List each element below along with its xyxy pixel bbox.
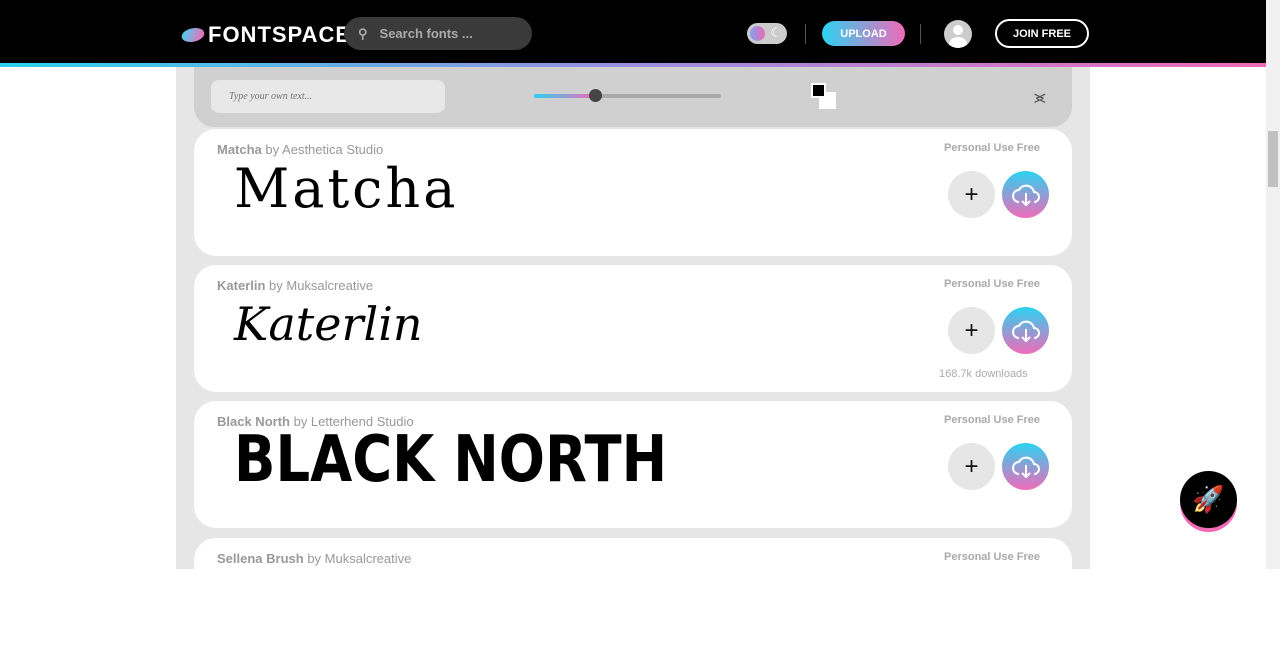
font-author-link[interactable]: by Aesthetica Studio	[265, 142, 383, 157]
font-size-slider[interactable]	[534, 89, 721, 102]
download-count: 168.7k downloads	[939, 368, 1028, 380]
font-title: Katerlin by Muksalcreative	[217, 278, 373, 293]
cloud-download-icon	[1011, 320, 1040, 342]
scrollbar[interactable]	[1266, 0, 1280, 569]
foreground-color-swatch[interactable]	[811, 83, 826, 98]
top-navbar: FONTSPACE ⚲ Search fonts ... ☾ UPLOAD JOI…	[0, 0, 1266, 63]
font-card: Sellena Brush by Muksalcreative Personal…	[194, 538, 1072, 665]
toggle-knob	[750, 26, 765, 41]
add-to-collection-button[interactable]: +	[948, 307, 995, 354]
logo-text: FONTSPACE	[208, 22, 352, 47]
font-name-link[interactable]: Matcha	[217, 142, 262, 157]
license-label: Personal Use Free	[944, 142, 1040, 154]
rocket-icon[interactable]: 🚀	[1180, 471, 1237, 528]
dark-mode-toggle[interactable]: ☾	[747, 23, 787, 44]
add-to-collection-button[interactable]: +	[948, 443, 995, 490]
add-to-collection-button[interactable]: +	[948, 171, 995, 218]
logo[interactable]: FONTSPACE	[179, 22, 352, 48]
moon-icon: ☾	[770, 25, 782, 40]
custom-text-input[interactable]	[211, 80, 445, 113]
scrollbar-thumb[interactable]	[1268, 131, 1278, 187]
font-card: Matcha by Aesthetica Studio Personal Use…	[194, 129, 1072, 256]
divider	[805, 24, 806, 44]
divider	[920, 24, 921, 44]
slider-thumb[interactable]	[589, 89, 602, 102]
preview-toolbar: ⪤	[194, 67, 1072, 127]
license-label: Personal Use Free	[944, 551, 1040, 563]
cloud-download-icon	[1011, 456, 1040, 478]
license-label: Personal Use Free	[944, 278, 1040, 290]
search-placeholder: Search fonts ...	[379, 26, 473, 41]
cloud-download-icon	[1011, 184, 1040, 206]
font-title: Matcha by Aesthetica Studio	[217, 142, 383, 157]
slider-fill	[534, 94, 594, 98]
avatar[interactable]	[944, 20, 972, 48]
font-preview[interactable]: Matcha	[234, 157, 458, 220]
font-title: Sellena Brush by Muksalcreative	[217, 551, 411, 566]
font-name-link[interactable]: Sellena Brush	[217, 551, 304, 566]
share-icon[interactable]: ⪤	[1034, 87, 1046, 108]
search-icon: ⚲	[358, 25, 368, 41]
font-name-link[interactable]: Katerlin	[217, 278, 265, 293]
download-button[interactable]	[1002, 171, 1049, 218]
font-preview[interactable]: BLACK NORTH	[234, 423, 667, 497]
upload-button[interactable]: UPLOAD	[822, 21, 905, 46]
planet-icon	[179, 28, 207, 42]
font-author-link[interactable]: by Muksalcreative	[269, 278, 373, 293]
download-button[interactable]	[1002, 307, 1049, 354]
font-author-link[interactable]: by Muksalcreative	[307, 551, 411, 566]
font-card: Katerlin by Muksalcreative Personal Use …	[194, 265, 1072, 392]
font-preview[interactable]: Katerlin	[234, 297, 423, 351]
font-card: Black North by Letterhend Studio Persona…	[194, 401, 1072, 528]
download-button[interactable]	[1002, 443, 1049, 490]
license-label: Personal Use Free	[944, 414, 1040, 426]
join-free-button[interactable]: JOIN FREE	[995, 19, 1089, 48]
search-input[interactable]: ⚲ Search fonts ...	[344, 17, 532, 50]
